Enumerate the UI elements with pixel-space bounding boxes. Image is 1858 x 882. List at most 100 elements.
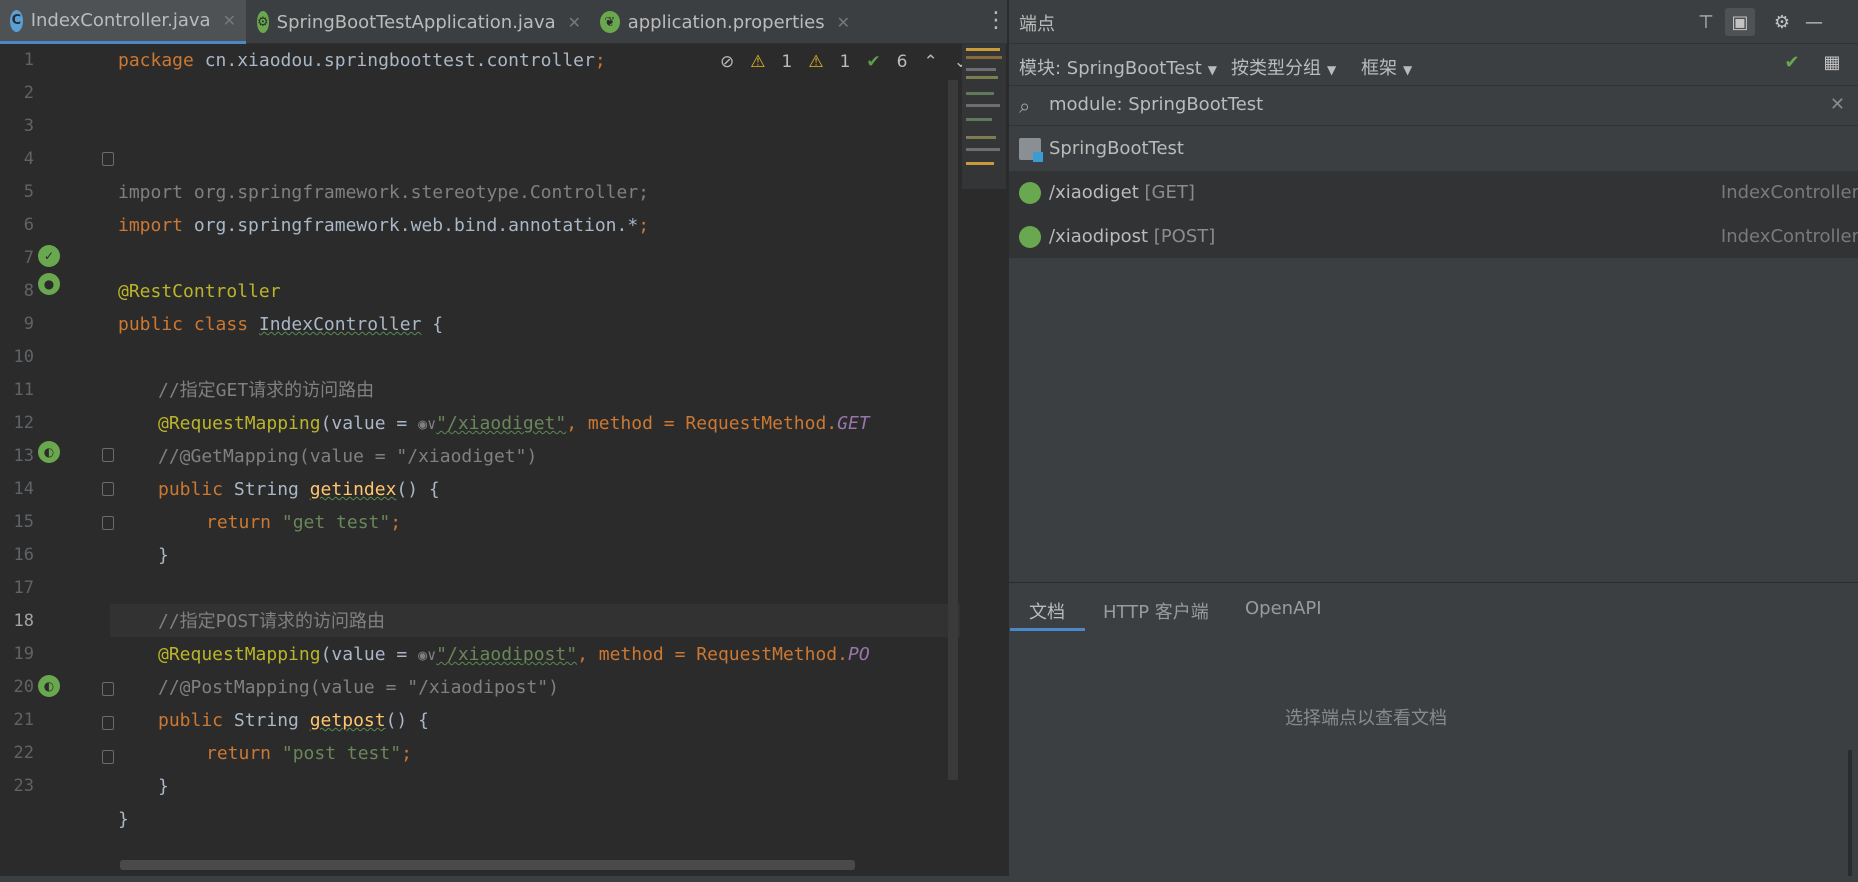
code-line-10: //指定GET请求的访问路由 [158, 380, 375, 401]
warning-count: 1 [781, 52, 793, 72]
module-row[interactable]: SpringBootTest [1009, 127, 1858, 171]
warning-icon: ⚠ [750, 52, 766, 72]
search-input[interactable]: module: SpringBootTest [1049, 94, 1263, 115]
line-number: 15 [13, 512, 34, 532]
code-line-11: @RequestMapping(value = ◉∨"/xiaodiget", … [158, 407, 870, 440]
module-filter-dropdown[interactable]: 模块: SpringBootTest ▼ [1019, 54, 1217, 80]
spring-properties-icon: ❦ [600, 11, 620, 33]
spring-bean-icon[interactable]: ● [38, 273, 60, 295]
line-number: 20 [13, 677, 34, 697]
ok-count: 6 [896, 52, 908, 72]
editor-vertical-scrollbar[interactable] [948, 80, 958, 780]
code-line-20: public String getpost() { [158, 710, 429, 731]
endpoint-icon [1019, 182, 1041, 204]
doc-body: 选择端点以查看文档 [1009, 632, 1858, 882]
editor-tab-bar: C IndexController.java ✕ ⚙ SpringBootTes… [0, 0, 1007, 44]
group-by-type-dropdown[interactable]: 按类型分组 ▼ [1231, 54, 1336, 80]
caret-down-icon: ▼ [1207, 63, 1217, 77]
tab-label: SpringBootTestApplication.java [276, 11, 556, 33]
module-folder-icon [1019, 138, 1043, 162]
close-icon[interactable]: ✕ [568, 13, 581, 32]
endpoint-row-get[interactable]: /xiaodiget [GET] IndexController [1009, 171, 1858, 215]
line-gutter: 1 2 3 4 5 6 7 8 9 10 11 12 13 14 15 16 17 18 19 20 21 22 23 ✓ … [0, 44, 114, 882]
tab-http-client[interactable]: HTTP 客户端 [1103, 598, 1209, 624]
line-number: 11 [13, 380, 34, 400]
line-number: 12 [13, 413, 34, 433]
check-icon: ✔ [866, 52, 881, 72]
line-number: 23 [13, 776, 34, 796]
code-minimap[interactable] [962, 44, 1006, 189]
code-line-4: import org.springframework.stereotype.Co… [118, 182, 650, 203]
endpoint-search[interactable]: ⌕ module: SpringBootTest ✕ [1009, 86, 1858, 126]
line-number: 4 [23, 149, 34, 169]
panel-title: 端点 [1019, 14, 1055, 35]
caret-down-icon: ▼ [1403, 63, 1413, 77]
line-number: 22 [13, 743, 34, 763]
code-line-21: return "post test"; [206, 743, 412, 764]
tab-springboot-test-application[interactable]: ⚙ SpringBootTestApplication.java ✕ [247, 0, 588, 44]
line-number: 19 [13, 644, 34, 664]
caret-down-icon: ▼ [1327, 63, 1337, 77]
class-c-icon: C [10, 9, 23, 32]
line-number: 21 [13, 710, 34, 730]
close-icon[interactable]: ✕ [223, 11, 236, 30]
endpoint-icon[interactable]: ◐ [38, 441, 60, 463]
code-line-8: public class IndexController { [118, 314, 444, 335]
line-number: 8 [23, 281, 34, 301]
endpoint-row-post[interactable]: /xiaodipost [POST] IndexController [1009, 215, 1858, 259]
tab-label: IndexController.java [30, 10, 211, 31]
hide-eye-icon[interactable]: ⊘ [720, 52, 734, 72]
code-line-22: } [158, 776, 169, 797]
globe-inlay-icon[interactable]: ◉∨ [418, 639, 436, 672]
inspection-widget[interactable]: ⊘ ⚠ 1 ⚠ 1 ✔ 6 ⌃ ⌄ [720, 48, 968, 76]
line-number: 18 [13, 611, 34, 631]
code-line-15: } [158, 545, 169, 566]
layout-grid-icon[interactable]: ▦ [1817, 48, 1847, 76]
spring-refresh-icon[interactable]: ✔ [1777, 48, 1807, 76]
tab-index-controller[interactable]: C IndexController.java ✕ [0, 0, 246, 44]
code-line-5: import org.springframework.web.bind.anno… [118, 215, 650, 236]
line-number: 9 [23, 314, 34, 334]
tab-application-properties[interactable]: ❦ application.properties ✕ [590, 0, 860, 44]
code-line-18: @RequestMapping(value = ◉∨"/xiaodipost",… [158, 638, 870, 671]
editor-horizontal-scrollbar[interactable] [120, 860, 855, 870]
code-area[interactable]: package cn.xiaodou.springboottest.contro… [110, 44, 960, 864]
chevron-up-icon[interactable]: ⌃ [923, 52, 937, 72]
code-line-13: public String getindex() { [158, 479, 440, 500]
line-number: 3 [23, 116, 34, 136]
panel-divider[interactable] [1009, 582, 1858, 583]
framework-dropdown[interactable]: 框架 ▼ [1361, 54, 1412, 80]
weak-warning-icon: ⚠ [808, 52, 824, 72]
ide-window: C IndexController.java ✕ ⚙ SpringBootTes… [0, 0, 1858, 882]
line-number: 13 [13, 446, 34, 466]
code-editor: C IndexController.java ✕ ⚙ SpringBootTes… [0, 0, 1007, 882]
doc-tab-bar: 文档 HTTP 客户端 OpenAPI [1009, 592, 1858, 632]
tab-label: application.properties [627, 11, 825, 33]
more-tabs-icon[interactable]: ⋮ [985, 10, 1007, 32]
globe-inlay-icon[interactable]: ◉∨ [418, 408, 436, 441]
endpoint-icon[interactable]: ◐ [38, 675, 60, 697]
panel-toolbar: 模块: SpringBootTest ▼ 按类型分组 ▼ 框架 ▼ ✔ ▦ [1009, 44, 1858, 86]
clear-icon[interactable]: ✕ [1830, 94, 1845, 115]
line-number: 2 [23, 83, 34, 103]
split-vertical-icon[interactable]: ⊤ [1691, 8, 1721, 36]
status-edge [0, 876, 1858, 882]
code-line-1: package cn.xiaodou.springboottest.contro… [118, 50, 606, 71]
split-horizontal-icon[interactable]: ▣ [1725, 8, 1755, 36]
minimize-icon[interactable]: — [1799, 8, 1829, 36]
spring-bean-icon[interactable]: ✓ [38, 245, 60, 267]
active-tab-indicator [1010, 628, 1085, 631]
code-line-14: return "get test"; [206, 512, 402, 533]
gear-icon[interactable]: ⚙ [1767, 8, 1797, 36]
right-edge-scrollbar[interactable] [1848, 750, 1852, 876]
line-number: 7 [23, 248, 34, 268]
tab-openapi[interactable]: OpenAPI [1245, 598, 1322, 619]
spring-boot-icon: ⚙ [257, 11, 269, 33]
line-number: 17 [13, 578, 34, 598]
empty-docs-message: 选择端点以查看文档 [1285, 708, 1447, 729]
close-icon[interactable]: ✕ [837, 13, 850, 32]
tab-docs[interactable]: 文档 [1029, 598, 1065, 624]
endpoints-panel: 端点 ⊤ ▣ ⚙ — 模块: SpringBootTest ▼ 按类型分组 ▼ 框架… [1008, 0, 1858, 882]
code-line-19: //@PostMapping(value = "/xiaodipost") [158, 677, 559, 698]
endpoint-icon [1019, 226, 1041, 248]
